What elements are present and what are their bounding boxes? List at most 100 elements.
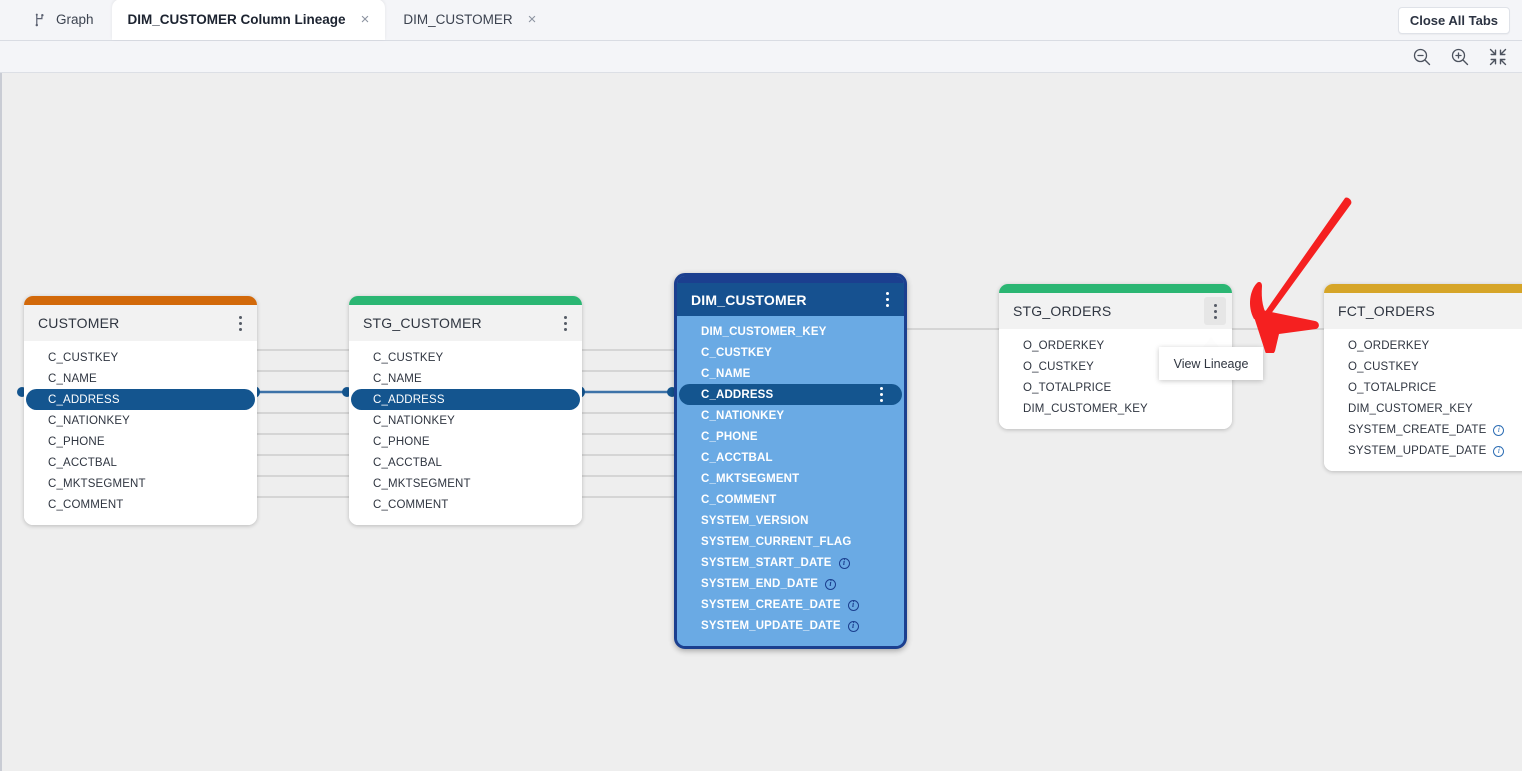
column-row[interactable]: DIM_CUSTOMER_KEY [999, 398, 1232, 419]
column-row[interactable]: SYSTEM_START_DATE i [677, 552, 904, 573]
column-row-selected[interactable]: C_ADDRESS [26, 389, 255, 410]
info-icon[interactable]: i [1493, 423, 1505, 436]
column-name: C_ADDRESS [48, 393, 120, 406]
node-kebab-menu-icon[interactable] [876, 286, 898, 314]
node-kebab-menu-icon[interactable] [1204, 297, 1226, 325]
column-name: DIM_CUSTOMER_KEY [1023, 402, 1148, 415]
column-row[interactable]: C_PHONE [24, 431, 257, 452]
column-row[interactable]: C_NATIONKEY [349, 410, 582, 431]
node-title: DIM_CUSTOMER [691, 291, 807, 308]
column-row[interactable]: C_ACCTBAL [349, 452, 582, 473]
column-row[interactable]: C_NATIONKEY [24, 410, 257, 431]
column-name: DIM_CUSTOMER_KEY [701, 325, 827, 338]
zoom-in-icon[interactable] [1450, 47, 1470, 67]
column-row[interactable]: C_MKTSEGMENT [677, 468, 904, 489]
branch-icon [34, 13, 47, 27]
column-row[interactable]: C_ACCTBAL [24, 452, 257, 473]
node-columns: DIM_CUSTOMER_KEY C_CUSTKEY C_NAME C_ADDR… [677, 316, 904, 646]
column-row[interactable]: O_CUSTKEY [1324, 356, 1522, 377]
node-kebab-menu-icon[interactable] [554, 309, 576, 337]
node-stg-customer[interactable]: STG_CUSTOMER C_CUSTKEY C_NAME C_ADDRESS … [349, 296, 582, 525]
tab-dim-customer[interactable]: DIM_CUSTOMER × [387, 0, 553, 40]
lineage-canvas[interactable]: CUSTOMER C_CUSTKEY C_NAME C_ADDRESS C_NA… [0, 73, 1522, 771]
column-row-selected[interactable]: C_ADDRESS [351, 389, 580, 410]
column-row[interactable]: SYSTEM_CREATE_DATE i [1324, 419, 1522, 440]
node-accent-bar [24, 296, 257, 305]
canvas-toolbar [0, 41, 1522, 73]
column-name: SYSTEM_CREATE_DATE [1348, 423, 1487, 436]
node-header: STG_ORDERS [999, 293, 1232, 329]
column-row[interactable]: DIM_CUSTOMER_KEY [677, 321, 904, 342]
column-row[interactable]: C_COMMENT [24, 494, 257, 515]
column-row[interactable]: C_PHONE [349, 431, 582, 452]
node-columns: C_CUSTKEY C_NAME C_ADDRESS C_NATIONKEY C… [349, 341, 582, 525]
zoom-out-icon[interactable] [1412, 47, 1432, 67]
close-all-tabs-button[interactable]: Close All Tabs [1397, 7, 1510, 34]
column-name: C_ADDRESS [373, 393, 445, 406]
column-name: SYSTEM_UPDATE_DATE [1348, 444, 1487, 457]
tab-label: DIM_CUSTOMER [403, 12, 513, 27]
column-row[interactable]: SYSTEM_CURRENT_FLAG [677, 531, 904, 552]
node-header: DIM_CUSTOMER [677, 283, 904, 316]
column-row[interactable]: SYSTEM_CREATE_DATE i [677, 594, 904, 615]
column-name: C_NATIONKEY [373, 414, 455, 427]
node-accent-bar [1324, 284, 1522, 293]
node-columns: C_CUSTKEY C_NAME C_ADDRESS C_NATIONKEY C… [24, 341, 257, 525]
column-row[interactable]: SYSTEM_UPDATE_DATE i [677, 615, 904, 636]
column-row[interactable]: C_CUSTKEY [677, 342, 904, 363]
column-name: SYSTEM_END_DATE [701, 577, 819, 590]
tab-label: DIM_CUSTOMER Column Lineage [127, 12, 346, 27]
column-row[interactable]: DIM_CUSTOMER_KEY [1324, 398, 1522, 419]
column-row[interactable]: C_CUSTKEY [349, 347, 582, 368]
column-name: C_MKTSEGMENT [701, 472, 800, 485]
tab-bar: Graph DIM_CUSTOMER Column Lineage × DIM_… [0, 0, 1522, 41]
column-row[interactable]: O_TOTALPRICE [999, 377, 1232, 398]
node-dim-customer[interactable]: DIM_CUSTOMER DIM_CUSTOMER_KEY C_CUSTKEY … [674, 273, 907, 649]
node-title: CUSTOMER [38, 315, 120, 331]
column-row[interactable]: C_CUSTKEY [24, 347, 257, 368]
column-row[interactable]: C_NAME [24, 368, 257, 389]
info-icon[interactable]: i [838, 556, 850, 569]
column-row[interactable]: SYSTEM_END_DATE i [677, 573, 904, 594]
column-row[interactable]: C_NATIONKEY [677, 405, 904, 426]
column-row[interactable]: O_ORDERKEY [1324, 335, 1522, 356]
tab-graph[interactable]: Graph [18, 0, 110, 40]
column-name: SYSTEM_CURRENT_FLAG [701, 535, 852, 548]
column-name: C_PHONE [701, 430, 758, 443]
tab-close-icon[interactable]: × [361, 12, 370, 27]
column-name: C_ADDRESS [701, 388, 774, 401]
column-row[interactable]: SYSTEM_UPDATE_DATE i [1324, 440, 1522, 461]
fit-screen-icon[interactable] [1488, 47, 1508, 67]
column-row[interactable]: C_NAME [349, 368, 582, 389]
info-icon[interactable]: i [847, 598, 859, 611]
column-row[interactable]: C_MKTSEGMENT [349, 473, 582, 494]
column-row[interactable]: C_PHONE [677, 426, 904, 447]
column-row[interactable]: C_MKTSEGMENT [24, 473, 257, 494]
info-icon[interactable]: i [825, 577, 837, 590]
column-name: C_PHONE [373, 435, 430, 448]
column-row[interactable]: C_NAME [677, 363, 904, 384]
info-icon[interactable]: i [1493, 444, 1505, 457]
node-columns: O_ORDERKEY O_CUSTKEY O_TOTALPRICE DIM_CU… [1324, 329, 1522, 471]
column-name: C_MKTSEGMENT [373, 477, 471, 490]
node-fct-orders[interactable]: FCT_ORDERS O_ORDERKEY O_CUSTKEY O_TOTALP… [1324, 284, 1522, 471]
column-kebab-menu-icon[interactable] [870, 386, 892, 404]
tab-close-icon[interactable]: × [528, 12, 537, 27]
column-row[interactable]: C_COMMENT [349, 494, 582, 515]
column-row-selected[interactable]: C_ADDRESS [679, 384, 902, 405]
node-accent-bar [677, 276, 904, 283]
view-lineage-menu-item[interactable]: View Lineage [1159, 347, 1263, 380]
info-icon[interactable]: i [847, 619, 859, 632]
column-name: C_PHONE [48, 435, 105, 448]
column-name: C_ACCTBAL [373, 456, 443, 469]
column-row[interactable]: C_COMMENT [677, 489, 904, 510]
column-row[interactable]: O_TOTALPRICE [1324, 377, 1522, 398]
column-name: C_NATIONKEY [701, 409, 785, 422]
column-name: SYSTEM_VERSION [701, 514, 809, 527]
column-row[interactable]: C_ACCTBAL [677, 447, 904, 468]
column-name: O_CUSTKEY [1023, 360, 1095, 373]
column-row[interactable]: SYSTEM_VERSION [677, 510, 904, 531]
node-kebab-menu-icon[interactable] [229, 309, 251, 337]
tab-dim-customer-column-lineage[interactable]: DIM_CUSTOMER Column Lineage × [111, 0, 386, 40]
node-customer[interactable]: CUSTOMER C_CUSTKEY C_NAME C_ADDRESS C_NA… [24, 296, 257, 525]
